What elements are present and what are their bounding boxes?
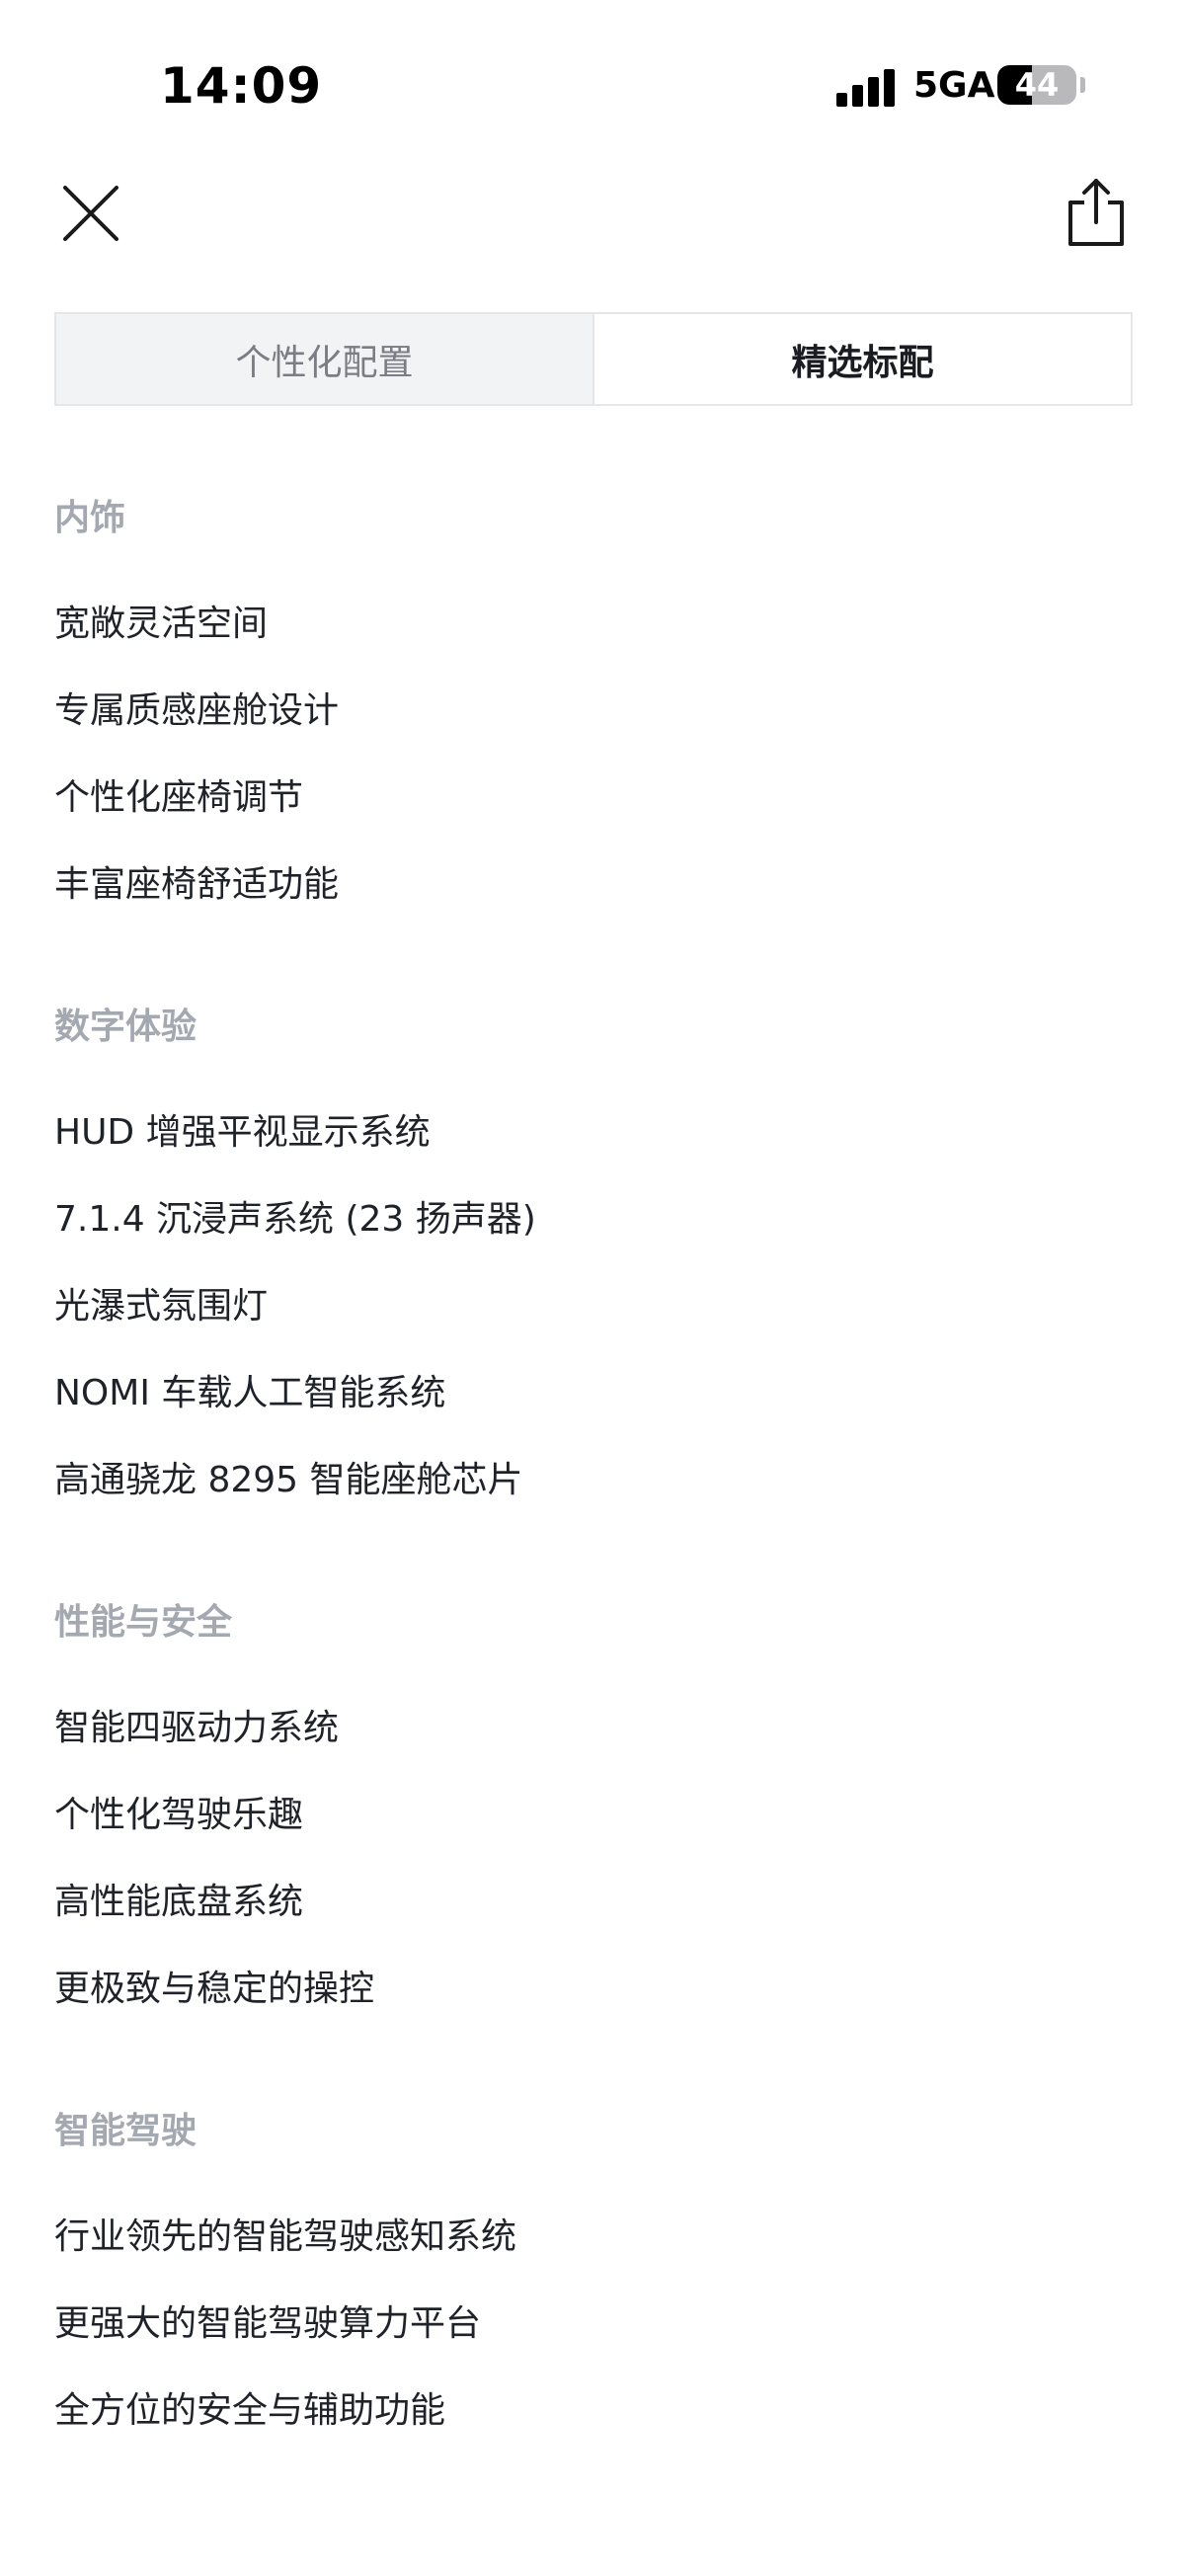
list-item: 丰富座椅舒适功能 — [54, 864, 340, 905]
share-icon — [1068, 179, 1124, 246]
battery-icon: 44 — [997, 65, 1076, 105]
list-item: 专属质感座舱设计 — [54, 690, 340, 731]
section-title: 数字体验 — [54, 1006, 198, 1047]
list-item: 个性化座椅调节 — [54, 777, 304, 818]
section-title: 内饰 — [54, 498, 126, 538]
battery-tip — [1080, 77, 1085, 93]
section-performance-safety: 性能与安全 智能四驱动力系统 个性化驾驶乐趣 高性能底盘系统 更极致与稳定的操控 — [54, 1578, 1141, 2033]
battery-level: 44 — [1014, 66, 1060, 104]
config-tabs: 个性化配置 精选标配 — [54, 312, 1133, 406]
list-item: 7.1.4 沉浸声系统 (23 扬声器) — [54, 1199, 536, 1240]
list-item: 更强大的智能驾驶算力平台 — [54, 2303, 482, 2344]
list-item: HUD 增强平视显示系统 — [54, 1112, 431, 1153]
list-item: 智能四驱动力系统 — [54, 1708, 340, 1748]
section-title: 性能与安全 — [54, 1602, 233, 1643]
tab-personalized-config[interactable]: 个性化配置 — [56, 314, 594, 404]
list-item: 更极致与稳定的操控 — [54, 1969, 375, 2009]
section-interior: 内饰 宽敞灵活空间 专属质感座舱设计 个性化座椅调节 丰富座椅舒适功能 — [54, 474, 1141, 928]
section-digital-experience: 数字体验 HUD 增强平视显示系统 7.1.4 沉浸声系统 (23 扬声器) 光… — [54, 983, 1141, 1524]
close-icon — [63, 186, 118, 241]
list-item: NOMI 车载人工智能系统 — [54, 1373, 446, 1413]
list-item: 个性化驾驶乐趣 — [54, 1795, 304, 1835]
list-item: 行业领先的智能驾驶感知系统 — [54, 2216, 517, 2257]
network-type: 5GA — [913, 65, 995, 106]
status-time: 14:09 — [160, 57, 323, 115]
list-item: 高性能底盘系统 — [54, 1882, 304, 1922]
share-button[interactable] — [1057, 173, 1136, 252]
list-item: 宽敞灵活空间 — [54, 604, 269, 644]
signal-icon — [836, 67, 896, 107]
list-item: 高通骁龙 8295 智能座舱芯片 — [54, 1460, 523, 1500]
feature-list: 内饰 宽敞灵活空间 专属质感座舱设计 个性化座椅调节 丰富座椅舒适功能 数字体验… — [54, 474, 1141, 2509]
list-item: 全方位的安全与辅助功能 — [54, 2390, 446, 2431]
tab-selected-standard[interactable]: 精选标配 — [594, 314, 1131, 404]
status-bar: 14:09 5GA 44 — [0, 0, 1185, 168]
list-item: 光瀑式氛围灯 — [54, 1286, 269, 1327]
section-smart-driving: 智能驾驶 行业领先的智能驾驶感知系统 更强大的智能驾驶算力平台 全方位的安全与辅… — [54, 2087, 1141, 2455]
section-title: 智能驾驶 — [54, 2111, 198, 2151]
close-button[interactable] — [55, 178, 126, 249]
